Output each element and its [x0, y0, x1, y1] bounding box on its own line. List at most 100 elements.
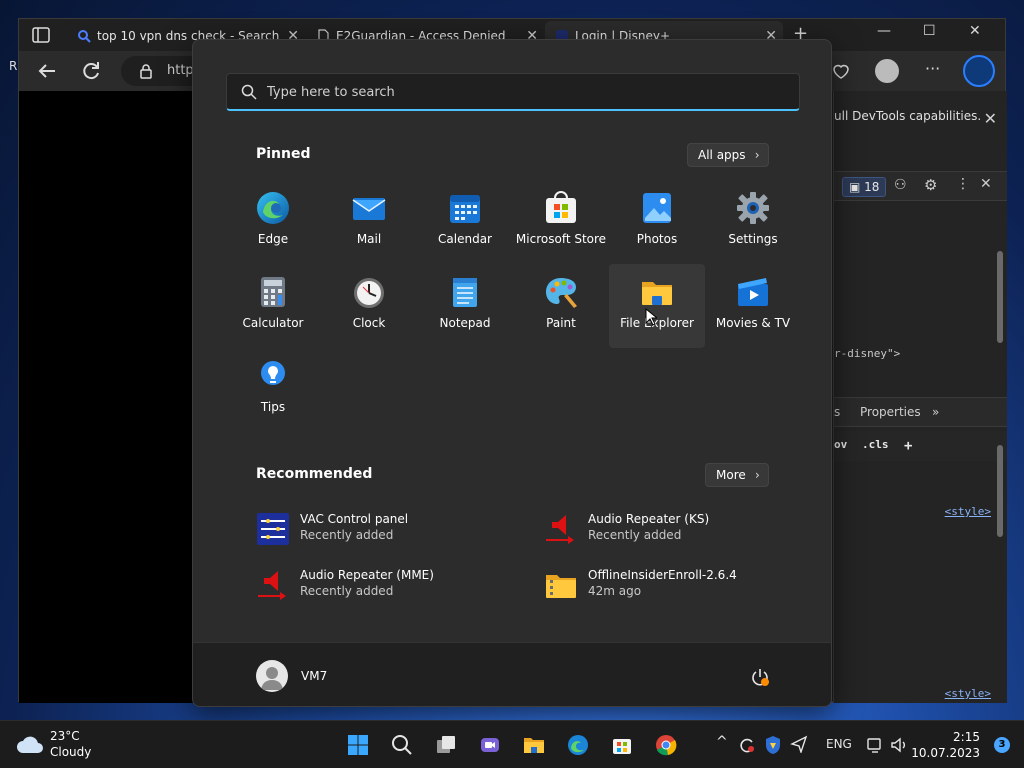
notepad-icon — [453, 278, 477, 307]
pinned-app-mail[interactable]: Mail — [321, 180, 417, 264]
search-icon — [78, 30, 91, 43]
gear-icon[interactable]: ⚙ — [924, 176, 937, 194]
store-taskbar-button[interactable] — [606, 729, 638, 761]
network-icon[interactable] — [866, 736, 884, 754]
pinned-app-microsoft-store[interactable]: Microsoft Store — [513, 180, 609, 264]
minimize-icon[interactable]: — — [877, 23, 891, 39]
edge-icon — [568, 735, 588, 755]
recommended-detail: 42m ago — [588, 584, 642, 598]
taskbar: 23°C Cloudy ^ ENG 2:15 10.07.2023 3 — [0, 720, 1024, 768]
close-icon[interactable]: ✕ — [980, 176, 992, 192]
speaker-arrow-icon — [258, 571, 286, 600]
taskbar-search-button[interactable] — [386, 729, 418, 761]
settings-icon — [737, 192, 769, 224]
devtools-toolbar: ▣ 18 ⚇ ⚙ ⋮ ✕ — [834, 171, 1007, 201]
notification-badge[interactable]: 3 — [994, 737, 1010, 753]
teams-chat-button[interactable] — [474, 729, 506, 761]
health-icon[interactable] — [831, 61, 851, 81]
user-avatar[interactable] — [256, 660, 288, 692]
volume-icon[interactable] — [890, 736, 908, 754]
movies-icon — [738, 278, 768, 306]
mail-icon — [352, 198, 386, 220]
pinned-app-settings[interactable]: Settings — [705, 180, 801, 264]
pinned-app-file-explorer[interactable]: File Explorer — [609, 264, 705, 348]
sync-icon[interactable] — [738, 736, 756, 754]
window-controls: — ☐ ✕ — [855, 19, 1005, 51]
system-clock[interactable]: 2:15 10.07.2023 — [911, 729, 980, 761]
zip-folder-icon — [546, 575, 576, 598]
pinned-app-calculator[interactable]: Calculator — [225, 264, 321, 348]
language-indicator[interactable]: ENG — [826, 737, 852, 751]
edge-taskbar-button[interactable] — [562, 729, 594, 761]
start-search-box[interactable] — [226, 73, 800, 111]
task-view-icon — [437, 736, 455, 753]
pinned-app-notepad[interactable]: Notepad — [417, 264, 513, 348]
bing-chat-icon[interactable] — [963, 55, 995, 87]
app-label: Calculator — [242, 316, 304, 330]
refresh-icon[interactable] — [79, 59, 103, 83]
close-icon[interactable]: ✕ — [984, 109, 997, 128]
chrome-taskbar-button[interactable] — [650, 729, 682, 761]
add-icon[interactable]: + — [904, 438, 912, 454]
user-name[interactable]: VM7 — [301, 669, 327, 683]
chat-camera-icon — [481, 738, 499, 752]
shield-icon[interactable] — [764, 735, 782, 755]
clock-time: 2:15 — [953, 730, 980, 744]
pinned-app-clock[interactable]: Clock — [321, 264, 417, 348]
chevron-up-icon[interactable]: ^ — [716, 734, 728, 750]
dom-code: r-disney"> — [834, 347, 901, 360]
task-view-button[interactable] — [430, 729, 462, 761]
back-arrow-icon[interactable] — [35, 59, 59, 83]
recommended-item-audio-repeater-mme[interactable]: Audio Repeater (MME) Recently added — [256, 564, 526, 608]
pinned-app-photos[interactable]: Photos — [609, 180, 705, 264]
cls-toggle[interactable]: .cls — [862, 438, 889, 451]
more-button[interactable]: More › — [705, 463, 769, 487]
hov-toggle[interactable]: ov — [834, 438, 847, 451]
scrollbar[interactable] — [997, 251, 1003, 343]
send-icon[interactable] — [790, 735, 808, 753]
cloud-icon — [17, 736, 43, 753]
network-icon[interactable]: ⚇ — [894, 177, 907, 193]
app-label: File Explorer — [620, 316, 694, 330]
weather-widget[interactable]: 23°C Cloudy — [16, 729, 136, 763]
recommended-item-vac-control-panel[interactable]: VAC Control panel Recently added — [256, 508, 526, 552]
store-icon — [546, 191, 576, 223]
file-explorer-taskbar-button[interactable] — [518, 729, 550, 761]
close-window-icon[interactable]: ✕ — [969, 23, 981, 39]
pinned-app-edge[interactable]: Edge — [225, 180, 321, 264]
power-icon[interactable] — [750, 667, 770, 687]
user-icon — [261, 667, 283, 690]
recommended-item-audio-repeater-ks[interactable]: Audio Repeater (KS) Recently added — [544, 508, 814, 552]
profile-avatar[interactable] — [875, 59, 899, 83]
page-content — [19, 91, 193, 703]
start-button[interactable] — [342, 729, 374, 761]
pinned-app-paint[interactable]: Paint — [513, 264, 609, 348]
style-link[interactable]: <style> — [945, 505, 991, 518]
more-options-icon[interactable]: ··· — [925, 59, 940, 78]
recommended-item-offline-insider-enroll[interactable]: OfflineInsiderEnroll-2.6.4 42m ago — [544, 564, 814, 608]
app-label: Paint — [546, 316, 576, 330]
kebab-menu-icon[interactable]: ⋮ — [956, 176, 970, 192]
tips-icon — [261, 361, 285, 385]
all-apps-label: All apps — [698, 148, 746, 162]
app-label: Microsoft Store — [515, 232, 607, 246]
tab-properties[interactable]: Properties — [860, 405, 921, 419]
maximize-icon[interactable]: ☐ — [923, 23, 936, 39]
recommended-name: Audio Repeater (MME) — [300, 568, 434, 582]
clock-date: 10.07.2023 — [911, 746, 980, 760]
chevron-right-icon[interactable]: » — [932, 405, 939, 419]
pinned-app-calendar[interactable]: Calendar — [417, 180, 513, 264]
pinned-app-tips[interactable]: Tips — [225, 348, 321, 432]
style-link[interactable]: <style> — [945, 687, 991, 700]
all-apps-button[interactable]: All apps › — [687, 143, 769, 167]
recommended-name: OfflineInsiderEnroll-2.6.4 — [588, 568, 737, 582]
chevron-right-icon: › — [754, 468, 760, 482]
scrollbar[interactable] — [997, 445, 1003, 537]
tab-fragment[interactable]: s — [834, 405, 840, 419]
app-label: Tips — [260, 400, 286, 414]
tab-actions-icon[interactable] — [31, 26, 51, 44]
issues-badge[interactable]: ▣ 18 — [842, 177, 887, 197]
pinned-title: Pinned — [256, 146, 311, 162]
pinned-app-movies-tv[interactable]: Movies & TV — [705, 264, 801, 348]
search-input[interactable] — [267, 81, 767, 103]
